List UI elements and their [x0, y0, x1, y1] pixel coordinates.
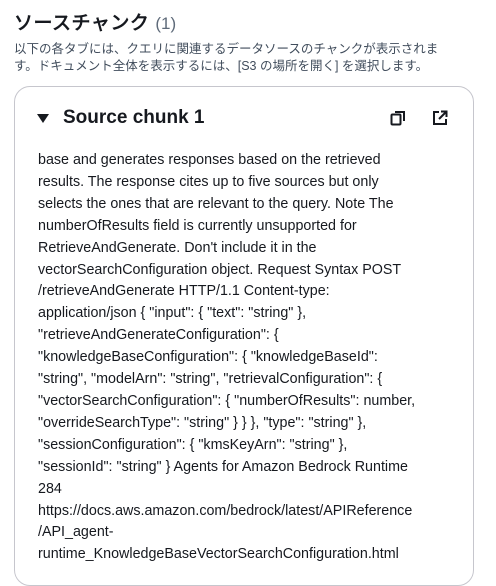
chunk-line: RetrieveAndGenerate. Don't include it in… [38, 239, 317, 256]
chunk-line: "sessionConfiguration": { "kmsKeyArn": "… [38, 436, 348, 453]
external-link-icon[interactable] [429, 107, 451, 129]
chunk-line: "overrideSearchType": "string" } } }, "t… [38, 414, 367, 431]
chunk-line: numberOfResults field is currently unsup… [38, 217, 357, 234]
chunk-line: "knowledgeBaseConfiguration": { "knowled… [38, 349, 378, 366]
chunk-line: /API_agent- [38, 524, 114, 541]
chunk-line: runtime_KnowledgeBaseVectorSearchConfigu… [38, 546, 399, 563]
caret-down-icon[interactable] [37, 113, 49, 123]
chunk-line: vectorSearchConfiguration object. Reques… [38, 261, 402, 278]
chunk-line: selects the ones that are relevant to th… [38, 195, 394, 212]
chunk-line: 284 [38, 480, 62, 497]
chunk-line: "vectorSearchConfiguration": { "numberOf… [38, 392, 416, 409]
chunk-line: base and generates responses based on th… [38, 152, 381, 168]
chunk-line: "string", "modelArn": "string", "retriev… [38, 371, 383, 388]
chunk-line: /retrieveAndGenerate HTTP/1.1 Content-ty… [38, 283, 330, 300]
chunk-line: "retrieveAndGenerateConfiguration": { [38, 327, 279, 344]
chunk-header[interactable]: Source chunk 1 [37, 106, 451, 130]
chunk-line: results. The response cites up to five s… [38, 173, 379, 190]
title-row: ソースチャンク (1) [14, 8, 484, 35]
page-description: 以下の各タブには、クエリに関連するデータソースのチャンクが表示されま す。ドキュ… [14, 42, 439, 73]
chunk-count: (1) [155, 14, 177, 33]
chunk-line: "sessionId": "string" } Agents for Amazo… [38, 458, 408, 475]
page-title: ソースチャンク [14, 13, 150, 34]
chunk-line: https://docs.aws.amazon.com/bedrock/late… [38, 502, 413, 519]
chunk-line: application/json { "input": { "text": "s… [38, 305, 307, 322]
chunk-content: base and generates responses based on th… [38, 150, 438, 566]
chunk-title[interactable]: Source chunk 1 [63, 107, 367, 129]
source-chunks-header: ソースチャンク (1) 以下の各タブには、クエリに関連するデータソースのチャンク… [14, 8, 484, 75]
copy-icon[interactable] [387, 107, 409, 129]
source-chunk-card: Source chunk 1 base and generates respon… [14, 86, 474, 586]
